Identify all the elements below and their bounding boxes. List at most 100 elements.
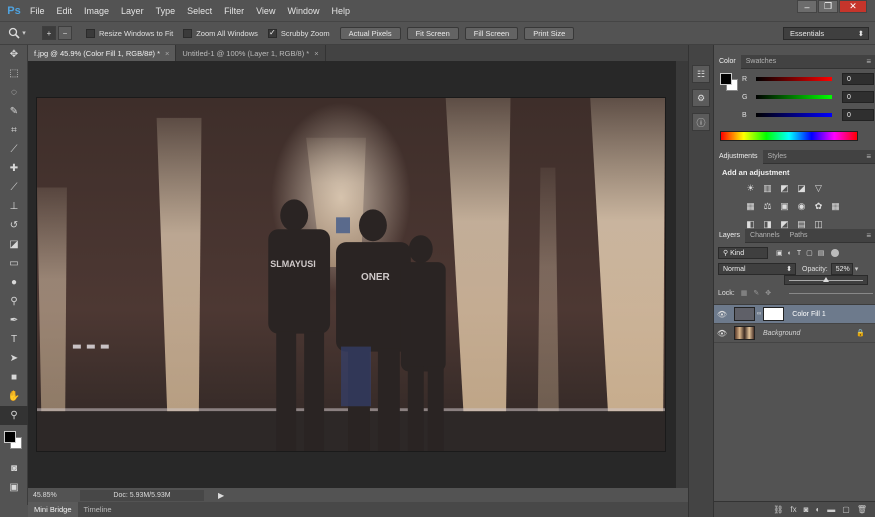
- opacity-dropdown-icon[interactable]: ▾: [855, 265, 859, 273]
- opacity-slider-thumb[interactable]: [823, 277, 829, 282]
- workspace-select[interactable]: Essentials ⬍: [783, 27, 869, 40]
- menu-image[interactable]: Image: [78, 6, 115, 16]
- green-value[interactable]: 0: [842, 91, 874, 103]
- layer-name[interactable]: Color Fill 1: [792, 311, 825, 318]
- path-select-tool[interactable]: ➤: [0, 349, 28, 368]
- menu-filter[interactable]: Filter: [218, 6, 250, 16]
- panel-menu-icon[interactable]: ≡: [866, 57, 871, 66]
- green-slider[interactable]: [756, 95, 832, 99]
- menu-help[interactable]: Help: [325, 6, 356, 16]
- filter-type-icons[interactable]: ▣◐T▢▤: [776, 249, 829, 257]
- layer-color-fill-1[interactable]: 👁 ∞ Color Fill 1: [714, 305, 875, 324]
- eye-icon[interactable]: 👁: [714, 329, 730, 338]
- fx-icon[interactable]: fx: [790, 505, 796, 514]
- blue-value[interactable]: 0: [842, 109, 874, 121]
- type-tool[interactable]: T: [0, 330, 28, 349]
- close-icon[interactable]: ×: [165, 49, 169, 58]
- scrubby-zoom-checkbox[interactable]: ✓: [267, 28, 277, 38]
- blur-tool[interactable]: ●: [0, 273, 28, 292]
- adjustment-layer-icon[interactable]: ◐: [815, 505, 820, 514]
- info-panel-button[interactable]: ⓘ: [692, 113, 710, 131]
- brightness-icon[interactable]: ☀: [744, 182, 757, 195]
- history-brush-tool[interactable]: ↺: [0, 216, 28, 235]
- healing-tool[interactable]: ✚: [0, 159, 28, 178]
- shape-tool[interactable]: ■: [0, 368, 28, 387]
- resize-windows-checkbox[interactable]: [86, 28, 95, 38]
- pen-tool[interactable]: ✒: [0, 311, 28, 330]
- document-image[interactable]: SLMAYUSI ONER: [36, 97, 666, 452]
- photo-filter-icon[interactable]: ◉: [795, 200, 808, 213]
- zoom-tool[interactable]: ⚲: [0, 406, 28, 425]
- clone-stamp-tool[interactable]: ⊥: [0, 197, 28, 216]
- zoom-out-button[interactable]: −: [58, 26, 72, 40]
- red-value[interactable]: 0: [842, 73, 874, 85]
- layer-mask-thumbnail[interactable]: [763, 307, 785, 321]
- history-panel-button[interactable]: ☷: [692, 65, 710, 83]
- actual-pixels-button[interactable]: Actual Pixels: [339, 26, 401, 40]
- menu-file[interactable]: File: [24, 6, 51, 16]
- kind-filter-select[interactable]: ⚲ Kind: [718, 247, 768, 259]
- zoom-level[interactable]: 45.85%: [28, 492, 68, 499]
- close-icon[interactable]: ×: [314, 49, 318, 58]
- eyedropper-tool[interactable]: ⟋: [0, 140, 28, 159]
- tab-swatches[interactable]: Swatches: [741, 55, 781, 69]
- menu-select[interactable]: Select: [181, 6, 218, 16]
- blend-mode-select[interactable]: Normal ⬍: [718, 263, 796, 275]
- quick-mask-button[interactable]: ◙: [0, 459, 28, 478]
- eraser-tool[interactable]: ◪: [0, 235, 28, 254]
- exposure-icon[interactable]: ◪: [795, 182, 808, 195]
- tab-timeline[interactable]: Timeline: [78, 502, 118, 517]
- new-layer-icon[interactable]: ▢: [842, 505, 850, 514]
- layer-name[interactable]: Background: [763, 330, 800, 337]
- lasso-tool[interactable]: ◌: [0, 83, 28, 102]
- tab-f-jpg[interactable]: f.jpg @ 45.9% (Color Fill 1, RGB/8#) * ×: [28, 45, 177, 61]
- zoom-tool-preset[interactable]: ▾: [0, 27, 34, 39]
- document-canvas[interactable]: SLMAYUSI ONER: [28, 61, 688, 488]
- curves-icon[interactable]: ◩: [778, 182, 791, 195]
- new-group-icon[interactable]: ▬: [827, 505, 835, 514]
- status-menu-arrow-icon[interactable]: ▶: [218, 491, 224, 500]
- tab-styles[interactable]: Styles: [763, 150, 792, 164]
- close-button[interactable]: ✕: [839, 0, 867, 13]
- fill-screen-button[interactable]: Fill Screen: [464, 26, 519, 40]
- channel-mixer-icon[interactable]: ✿: [812, 200, 825, 213]
- minimize-button[interactable]: –: [797, 0, 817, 13]
- move-tool[interactable]: ✥: [0, 45, 28, 64]
- add-mask-icon[interactable]: ◙: [804, 505, 809, 514]
- fg-color-chip[interactable]: [720, 73, 732, 85]
- panel-menu-icon[interactable]: ≡: [866, 152, 871, 161]
- menu-view[interactable]: View: [250, 6, 281, 16]
- marquee-tool[interactable]: ⬚: [0, 64, 28, 83]
- levels-icon[interactable]: ▥: [761, 182, 774, 195]
- tab-adjustments[interactable]: Adjustments: [714, 149, 763, 164]
- menu-layer[interactable]: Layer: [115, 6, 150, 16]
- fit-screen-button[interactable]: Fit Screen: [406, 26, 459, 40]
- eye-icon[interactable]: 👁: [714, 310, 730, 319]
- vertical-scrollbar[interactable]: [676, 61, 688, 488]
- black-white-icon[interactable]: ▣: [778, 200, 791, 213]
- color-swatches[interactable]: [0, 425, 27, 459]
- restore-button[interactable]: ❐: [818, 0, 838, 13]
- screen-mode-button[interactable]: ▣: [0, 478, 28, 497]
- tab-paths[interactable]: Paths: [785, 229, 813, 243]
- tab-untitled-1[interactable]: Untitled-1 @ 100% (Layer 1, RGB/8) * ×: [176, 45, 326, 61]
- menu-window[interactable]: Window: [281, 6, 325, 16]
- properties-panel-button[interactable]: ⚙: [692, 89, 710, 107]
- quick-select-tool[interactable]: ✎: [0, 102, 28, 121]
- foreground-color[interactable]: [4, 431, 16, 443]
- link-layers-icon[interactable]: ⛓: [773, 505, 783, 514]
- color-lookup-icon[interactable]: ▦: [829, 200, 842, 213]
- hand-tool[interactable]: ✋: [0, 387, 28, 406]
- menu-edit[interactable]: Edit: [51, 6, 79, 16]
- crop-tool[interactable]: ⌗: [0, 121, 28, 140]
- trash-icon[interactable]: 🗑: [857, 505, 867, 514]
- color-balance-icon[interactable]: ⚖: [761, 200, 774, 213]
- zoom-in-button[interactable]: +: [42, 26, 56, 40]
- brush-tool[interactable]: ⟋: [0, 178, 28, 197]
- print-size-button[interactable]: Print Size: [524, 26, 575, 40]
- color-spectrum[interactable]: [720, 131, 858, 141]
- blue-slider[interactable]: [756, 113, 832, 117]
- tab-channels[interactable]: Channels: [745, 229, 785, 243]
- layer-background[interactable]: 👁 Background 🔒: [714, 324, 875, 343]
- tab-layers[interactable]: Layers: [714, 228, 746, 243]
